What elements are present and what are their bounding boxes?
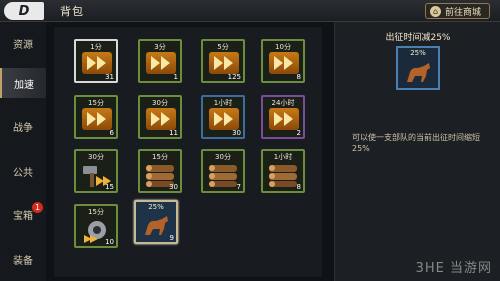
item-slot[interactable]: 15分 6 <box>74 95 118 139</box>
item-count: 30 <box>169 183 178 191</box>
item-count: 7 <box>236 183 241 191</box>
item-count: 6 <box>109 129 114 137</box>
sidebar-item-label: 公共 <box>13 167 33 179</box>
item-slot[interactable]: 1小时 30 <box>201 95 245 139</box>
item-detail-panel: 出征时间减25% 25% 可以使一支部队的当前出征时间缩短25% <box>334 22 500 281</box>
speedup-arrow-icon <box>82 108 112 130</box>
item-slot[interactable]: 15分 10 <box>74 204 118 248</box>
speedup-arrow-icon <box>146 52 176 74</box>
speedup-arrow-icon <box>269 52 299 74</box>
item-label: 3分 <box>154 43 166 51</box>
item-count: 1 <box>173 73 178 81</box>
item-slot[interactable]: 30分 11 <box>138 95 182 139</box>
sidebar-item-label: 加速 <box>14 79 34 91</box>
item-count: 8 <box>296 73 301 81</box>
item-label: 1分 <box>90 43 102 51</box>
item-count: 11 <box>169 129 178 137</box>
sidebar-item-label: 战争 <box>13 122 33 134</box>
item-count: 10 <box>105 238 114 246</box>
horse-icon <box>407 63 430 82</box>
category-sidebar: 资源 加速 战争 公共 宝箱 1 装备 <box>0 22 46 281</box>
item-label: 5分 <box>217 43 229 51</box>
item-detail-label: 25% <box>410 49 426 57</box>
speedup-arrow-icon <box>209 52 239 74</box>
item-label: 15分 <box>152 153 168 161</box>
item-label: 15分 <box>88 99 104 107</box>
item-detail-title: 出征时间减25% <box>385 33 451 43</box>
notification-badge: 1 <box>32 202 43 213</box>
item-label: 25% <box>148 203 164 211</box>
sidebar-item-speedup[interactable]: 加速 <box>0 68 46 98</box>
item-label: 15分 <box>88 208 104 216</box>
speedup-arrow-icon <box>209 108 239 130</box>
item-count: 8 <box>296 183 301 191</box>
item-slot[interactable]: 1小时 8 <box>261 149 305 193</box>
item-slot[interactable]: 30分 15 <box>74 149 118 193</box>
item-slot[interactable]: 1分 31 <box>74 39 118 83</box>
sidebar-item-chests[interactable]: 宝箱 1 <box>0 199 46 229</box>
speedup-arrow-icon <box>82 52 112 74</box>
item-description: 可以使一支部队的当前出征时间缩短25% <box>352 133 480 153</box>
item-count: 30 <box>232 129 241 137</box>
sidebar-item-label: 宝箱 <box>13 210 33 222</box>
sidebar-item-label: 资源 <box>13 39 33 51</box>
speedup-arrow-icon <box>269 108 299 130</box>
item-label: 1小时 <box>213 99 233 107</box>
top-bar: D 背包 ⌂ 前往商城 <box>0 0 500 22</box>
shop-button-label: 前往商城 <box>444 7 481 18</box>
speedup-arrow-icon <box>146 108 176 130</box>
item-label: 30分 <box>215 153 231 161</box>
back-button[interactable]: D <box>4 2 44 20</box>
item-slot[interactable]: 30分 7 <box>201 149 245 193</box>
sidebar-item-war[interactable]: 战争 <box>0 111 46 141</box>
sidebar-item-equipment[interactable]: 装备 <box>0 244 46 274</box>
item-slot[interactable]: 3分 1 <box>138 39 182 83</box>
item-grid: 1分 31 3分 1 5分 125 10分 8 15分 6 30分 11 1小时… <box>54 27 322 277</box>
shop-icon: ⌂ <box>429 5 441 17</box>
item-detail-icon: 25% <box>396 46 440 90</box>
page-title: 背包 <box>60 5 84 18</box>
item-label: 1小时 <box>273 153 293 161</box>
watermark: 3HE 当游网 <box>415 261 492 276</box>
item-count: 15 <box>105 183 114 191</box>
item-label: 30分 <box>88 153 104 161</box>
sidebar-item-public[interactable]: 公共 <box>0 156 46 186</box>
item-slot-selected[interactable]: 25% 9 <box>134 200 178 244</box>
sidebar-item-resources[interactable]: 资源 <box>0 28 46 58</box>
item-label: 24小时 <box>271 99 295 107</box>
item-count: 31 <box>105 73 114 81</box>
item-count: 9 <box>169 234 174 242</box>
item-count: 2 <box>296 129 301 137</box>
item-count: 125 <box>227 73 241 81</box>
item-slot[interactable]: 10分 8 <box>261 39 305 83</box>
go-to-shop-button[interactable]: ⌂ 前往商城 <box>424 3 490 19</box>
item-slot[interactable]: 24小时 2 <box>261 95 305 139</box>
item-slot[interactable]: 15分 30 <box>138 149 182 193</box>
item-slot[interactable]: 5分 125 <box>201 39 245 83</box>
item-label: 30分 <box>152 99 168 107</box>
back-arrow-icon: D <box>18 3 30 19</box>
sidebar-item-label: 装备 <box>13 255 33 267</box>
item-label: 10分 <box>275 43 291 51</box>
